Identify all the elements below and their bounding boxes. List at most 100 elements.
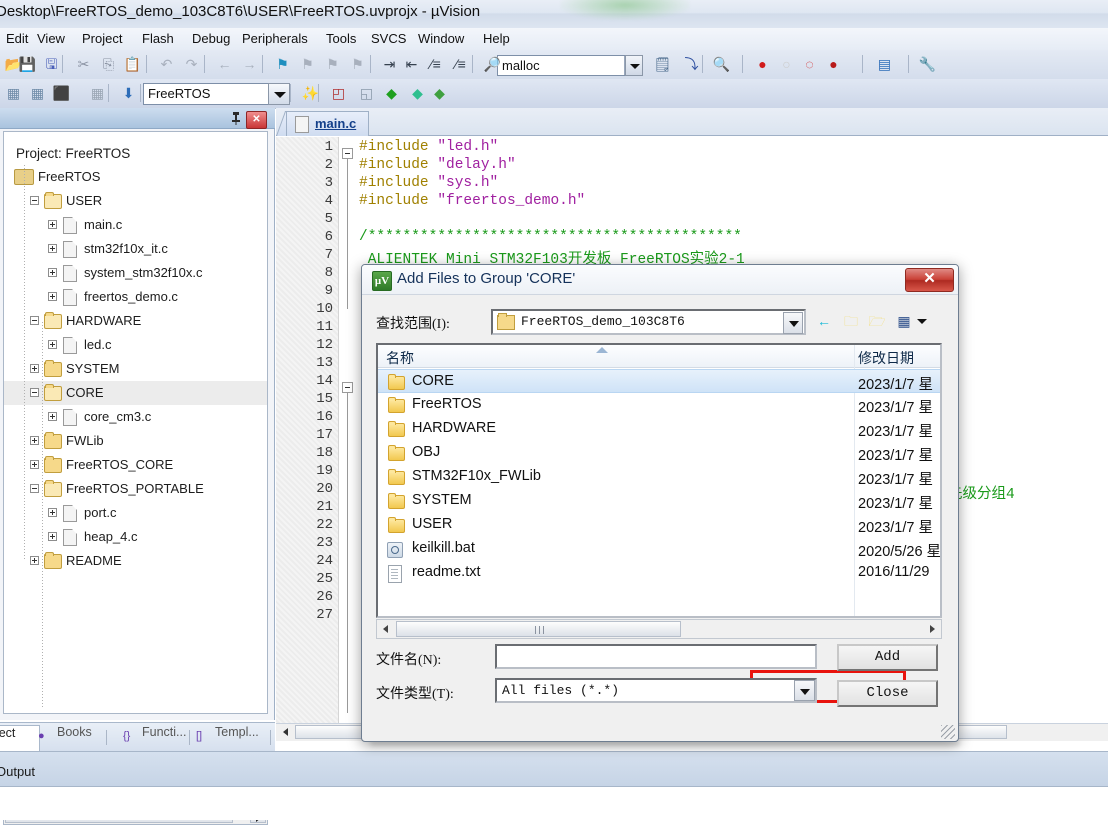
browse-symbol-icon[interactable]: 🗒 — [651, 53, 674, 76]
look-in-dropdown-arrow[interactable] — [783, 312, 803, 334]
file-list-row[interactable]: FreeRTOS 2023/1/7 星 — [378, 393, 940, 417]
copy-icon[interactable]: ⎘ — [97, 53, 120, 76]
build-icon[interactable]: ▦ — [26, 82, 49, 105]
tree-item-readme[interactable]: README — [4, 549, 267, 573]
tree-item-led-c[interactable]: led.c — [4, 333, 267, 357]
file-list-row[interactable]: CORE 2023/1/7 星 — [378, 369, 940, 393]
panel-tab-functi[interactable]: {} Functi... — [118, 725, 190, 751]
tree-item-freertos[interactable]: FreeRTOS — [4, 165, 267, 189]
tree-item-core[interactable]: CORE — [4, 381, 267, 405]
target-select-value[interactable]: FreeRTOS — [148, 86, 210, 101]
undo-icon[interactable]: ↶ — [155, 53, 178, 76]
close-button[interactable]: Close — [837, 680, 938, 707]
menu-item-help[interactable]: Help — [481, 31, 512, 46]
manage-windows-icon[interactable]: ▤ — [873, 53, 896, 76]
expand-icon[interactable] — [30, 436, 39, 445]
redo-icon[interactable]: ↷ — [180, 53, 203, 76]
file-list-row[interactable]: readme.txt 2016/11/29 — [378, 561, 940, 585]
close-icon[interactable]: ✕ — [246, 111, 267, 129]
tree-item-freertos_demo-c[interactable]: freertos_demo.c — [4, 285, 267, 309]
pack-blue-icon[interactable]: ◆ — [428, 82, 451, 105]
look-in-combo[interactable]: FreeRTOS_demo_103C8T6 — [491, 309, 806, 335]
back-arrow-icon[interactable]: ← — [812, 310, 836, 332]
column-header-name[interactable]: 名称 — [386, 348, 414, 368]
tree-item-core_cm3-c[interactable]: core_cm3.c — [4, 405, 267, 429]
tree-item-freertos_portable[interactable]: FreeRTOS_PORTABLE — [4, 477, 267, 501]
expand-icon[interactable] — [30, 364, 39, 373]
back-icon[interactable]: ← — [213, 53, 236, 76]
expand-icon[interactable] — [30, 460, 39, 469]
search-combo[interactable]: malloc — [497, 55, 642, 76]
panel-tab-books[interactable]: ● Books — [33, 725, 107, 751]
menu-item-view[interactable]: View — [35, 31, 67, 46]
scroll-left-arrow-icon[interactable] — [278, 725, 293, 739]
save-icon[interactable]: 💾 — [16, 53, 39, 76]
expand-icon[interactable] — [48, 508, 57, 517]
bookmark-clear-icon[interactable]: ⚑ — [346, 53, 369, 76]
menu-item-project[interactable]: Project — [80, 31, 124, 46]
breakpoint-kill-all-icon[interactable]: ● — [822, 53, 845, 76]
file-list-row[interactable]: OBJ 2023/1/7 星 — [378, 441, 940, 465]
breakpoint-disabled-icon[interactable]: ○ — [775, 53, 798, 76]
collapse-icon[interactable] — [30, 196, 39, 205]
filetype-select[interactable]: All files (*.*) — [495, 678, 817, 703]
tree-item-freertos_core[interactable]: FreeRTOS_CORE — [4, 453, 267, 477]
collapse-icon[interactable] — [30, 484, 39, 493]
file-list[interactable]: 名称 修改日期 CORE 2023/1/7 星 FreeRTOS 2023/1/7 星H… — [376, 343, 942, 618]
expand-icon[interactable] — [30, 556, 39, 565]
scroll-left-arrow-icon[interactable] — [378, 621, 394, 637]
file-list-hscrollbar[interactable] — [376, 619, 942, 639]
target-select[interactable]: FreeRTOS — [143, 83, 273, 105]
editor-tab-main-c[interactable]: main.c — [286, 111, 370, 136]
menu-item-flash[interactable]: Flash — [140, 31, 176, 46]
scroll-right-arrow-icon[interactable] — [924, 621, 940, 637]
search-combo-dropdown-button[interactable] — [625, 55, 643, 76]
translate-icon[interactable]: ▦ — [2, 82, 25, 105]
menu-item-window[interactable]: Window — [416, 31, 466, 46]
scrollbar-thumb[interactable] — [396, 621, 681, 637]
expand-icon[interactable] — [48, 268, 57, 277]
bookmark-next-icon[interactable]: ⚑ — [321, 53, 344, 76]
fold-toggle-6[interactable] — [342, 148, 353, 159]
forward-icon[interactable]: → — [238, 53, 261, 76]
pin-icon[interactable] — [229, 111, 243, 126]
expand-icon[interactable] — [48, 220, 57, 229]
tree-item-main-c[interactable]: main.c — [4, 213, 267, 237]
tree-item-hardware[interactable]: HARDWARE — [4, 309, 267, 333]
paste-icon[interactable]: 📋 — [121, 53, 144, 76]
breakpoint-disable-all-icon[interactable]: ◌ — [798, 53, 821, 76]
target-options-icon[interactable]: ✨ — [299, 82, 322, 105]
expand-icon[interactable] — [48, 292, 57, 301]
bookmark-prev-icon[interactable]: ⚑ — [296, 53, 319, 76]
download-icon[interactable]: ⬇ — [117, 82, 140, 105]
file-list-row[interactable]: SYSTEM 2023/1/7 星 — [378, 489, 940, 513]
find-icon[interactable]: 🔍 — [710, 53, 733, 76]
goto-definition-icon[interactable]: ⤵ — [680, 53, 703, 76]
configure-icon[interactable]: 🔧 — [916, 53, 939, 76]
filetype-dropdown-arrow[interactable] — [794, 680, 815, 701]
rebuild-icon[interactable]: ⬛ — [50, 82, 73, 105]
view-menu-icon[interactable]: ▦ — [892, 310, 916, 332]
cut-icon[interactable]: ✂ — [72, 53, 95, 76]
tree-item-port-c[interactable]: port.c — [4, 501, 267, 525]
indent-icon[interactable]: ⇥ — [378, 53, 401, 76]
bookmark-toggle-icon[interactable]: ⚑ — [271, 53, 294, 76]
project-tree[interactable]: Project: FreeRTOS FreeRTOS USER main.c stm32… — [3, 131, 268, 714]
new-folder-icon[interactable]: 🗁 — [865, 310, 889, 332]
collapse-icon[interactable] — [30, 388, 39, 397]
find-in-files-icon[interactable]: 🔎 — [481, 53, 504, 76]
menu-item-edit[interactable]: Edit — [4, 31, 30, 46]
breakpoint-icon[interactable]: ● — [751, 53, 774, 76]
expand-icon[interactable] — [48, 412, 57, 421]
manage-project-items-icon[interactable]: ◰ — [327, 82, 350, 105]
tree-item-stm32f10x_it-c[interactable]: stm32f10x_it.c — [4, 237, 267, 261]
pack-installer-icon[interactable]: ◆ — [380, 82, 403, 105]
column-header-date[interactable]: 修改日期 — [858, 348, 914, 368]
file-list-row[interactable]: USER 2023/1/7 星 — [378, 513, 940, 537]
pack-green-icon[interactable]: ◆ — [406, 82, 429, 105]
search-input-value[interactable]: malloc — [502, 58, 540, 73]
comment-icon[interactable]: ∕≡ — [424, 53, 447, 76]
collapse-icon[interactable] — [30, 316, 39, 325]
tree-item-system_stm32f10x-c[interactable]: system_stm32f10x.c — [4, 261, 267, 285]
add-button[interactable]: Add — [837, 644, 938, 671]
